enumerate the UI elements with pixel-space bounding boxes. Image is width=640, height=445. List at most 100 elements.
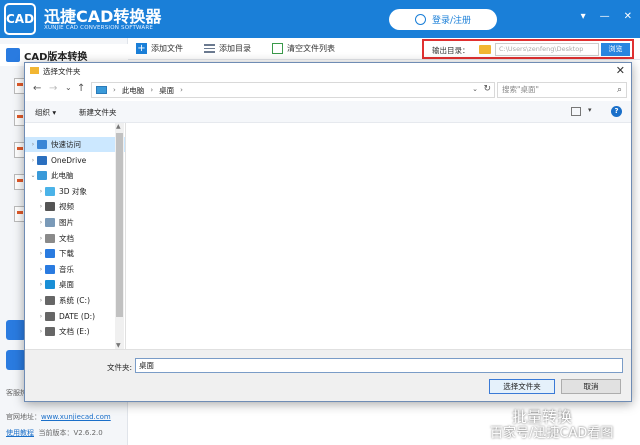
chevron-right-icon[interactable]: ›	[37, 266, 45, 273]
tree-item-label: 下载	[59, 249, 74, 259]
search-icon: ⌕	[616, 85, 622, 95]
command-bar: 组织 ▾ 新建文件夹 ▾ ?	[25, 101, 631, 123]
chevron-right-icon[interactable]: ›	[29, 141, 37, 148]
close-window-icon[interactable]: ✕	[624, 11, 632, 22]
login-register-button[interactable]: 登录/注册	[389, 9, 497, 30]
cad-app-icon[interactable]	[6, 320, 26, 340]
document-icon	[45, 233, 55, 243]
tree-item-label: 文档	[59, 233, 74, 243]
chevron-down-icon[interactable]: ⌄	[29, 172, 37, 179]
recent-locations-icon[interactable]: ⌄	[65, 83, 72, 92]
organize-button[interactable]: 组织 ▾	[35, 107, 56, 118]
user-icon	[414, 14, 426, 25]
search-input[interactable]: 搜索"桌面" ⌕	[497, 82, 627, 98]
computer-icon	[96, 86, 107, 94]
help-icon[interactable]: ?	[611, 106, 622, 117]
view-dropdown-icon[interactable]: ▾	[588, 106, 592, 114]
add-file-button[interactable]: + 添加文件	[136, 43, 183, 54]
folder-icon	[479, 45, 491, 54]
music-icon	[45, 264, 55, 274]
tree-item-label: 图片	[59, 218, 74, 227]
tree-item[interactable]: › 文档 (E:)	[25, 324, 125, 339]
cad-viewer-icon[interactable]	[6, 350, 26, 370]
folder-name-input[interactable]	[135, 358, 623, 373]
tree-item[interactable]: › 桌面	[25, 277, 125, 292]
tree-item[interactable]: › 音乐	[25, 262, 125, 277]
minimize-icon[interactable]: —	[600, 11, 610, 22]
version-info: 使用教程 当前版本：V2.6.2.0	[6, 428, 103, 438]
folder-content-pane[interactable]	[126, 123, 631, 349]
select-folder-button[interactable]: 选择文件夹	[489, 379, 555, 394]
chevron-right-icon[interactable]: ›	[37, 313, 45, 320]
tree-item-label: 音乐	[59, 264, 74, 274]
plus-icon: +	[136, 43, 147, 54]
folder-icon	[30, 67, 39, 74]
computer-icon	[37, 171, 47, 181]
tree-item-label: 此电脑	[51, 171, 74, 181]
tree-item[interactable]: › 系统 (C:)	[25, 293, 125, 308]
chevron-right-icon[interactable]: ›	[37, 250, 45, 257]
view-options-icon[interactable]	[571, 107, 581, 116]
breadcrumb-desktop[interactable]: 桌面	[159, 85, 174, 96]
cube-icon	[45, 186, 55, 196]
clear-list-button[interactable]: 清空文件列表	[272, 43, 335, 54]
cloud-icon	[37, 155, 47, 165]
cancel-button[interactable]: 取消	[561, 379, 621, 394]
scroll-down-icon[interactable]: ▼	[116, 342, 121, 349]
tree-item[interactable]: › 下载	[25, 246, 125, 261]
dialog-footer: 文件夹: 选择文件夹 取消	[25, 349, 631, 401]
dialog-title: 选择文件夹	[43, 67, 81, 76]
desktop-icon	[45, 280, 55, 290]
dropdown-menu-icon[interactable]: ▾	[581, 11, 586, 22]
forward-arrow-icon[interactable]: →	[49, 83, 57, 94]
tree-item[interactable]: › DATE (D:)	[25, 309, 125, 324]
chevron-right-icon[interactable]: ›	[37, 203, 45, 210]
tree-scrollbar[interactable]: ▲ ▼	[115, 123, 124, 349]
address-bar[interactable]: › 此电脑 › 桌面 › ⌄ ↻	[91, 82, 495, 98]
breadcrumb-this-pc[interactable]: 此电脑	[122, 85, 145, 96]
tree-item[interactable]: ⌄ 此电脑	[25, 168, 125, 183]
website-link[interactable]: www.xunjiecad.com	[41, 413, 111, 421]
tree-item-label: DATE (D:)	[59, 311, 96, 321]
scroll-up-icon[interactable]: ▲	[116, 123, 121, 130]
clear-icon	[272, 43, 283, 54]
search-placeholder: 搜索"桌面"	[502, 85, 539, 94]
add-directory-button[interactable]: 添加目录	[204, 43, 251, 54]
tree-item[interactable]: › 图片	[25, 215, 125, 230]
tree-item-label: 文档 (E:)	[59, 327, 90, 337]
tree-item[interactable]: › 文档	[25, 231, 125, 246]
chevron-right-icon[interactable]: ›	[37, 281, 45, 288]
browse-button[interactable]: 浏览	[601, 43, 630, 56]
chevron-right-icon[interactable]: ›	[37, 219, 45, 226]
new-folder-button[interactable]: 新建文件夹	[79, 107, 117, 118]
tree-item[interactable]: › 3D 对象	[25, 184, 125, 199]
tree-item-label: OneDrive	[51, 155, 87, 165]
chevron-right-icon[interactable]: ›	[37, 297, 45, 304]
version-label: 当前版本：	[38, 429, 74, 437]
output-path-field[interactable]: C:\Users\zenfeng\Desktop	[495, 43, 599, 56]
chevron-right-icon[interactable]: ›	[29, 157, 37, 164]
chevron-right-icon[interactable]: ›	[37, 188, 45, 195]
breadcrumb-separator: ›	[113, 86, 116, 94]
refresh-icon[interactable]: ↻	[483, 84, 491, 94]
close-icon[interactable]: ✕	[616, 64, 625, 77]
tree-item-label: 快速访问	[51, 140, 81, 149]
chevron-right-icon[interactable]: ›	[37, 328, 45, 335]
watermark: 批量转换 百家号/迅捷CAD看图	[468, 400, 634, 441]
chevron-down-icon[interactable]: ⌄	[472, 85, 478, 93]
tree-item[interactable]: › OneDrive	[25, 153, 125, 168]
chevron-right-icon[interactable]: ›	[37, 235, 45, 242]
back-arrow-icon[interactable]: ←	[33, 83, 41, 94]
watermark-text-2: 百家号/迅捷CAD看图	[490, 426, 614, 441]
output-directory-label: 输出目录：	[432, 46, 470, 55]
up-arrow-icon[interactable]: ↑	[77, 83, 85, 94]
tree-item[interactable]: › 快速访问	[25, 137, 125, 152]
tree-item[interactable]: › 视频	[25, 199, 125, 214]
tutorial-link[interactable]: 使用教程	[6, 429, 34, 437]
scrollbar-thumb[interactable]	[116, 133, 123, 317]
video-icon	[45, 202, 55, 212]
drive-icon	[45, 327, 55, 337]
picture-icon	[45, 218, 55, 227]
website-label: 官网地址：	[6, 413, 41, 421]
list-icon	[204, 44, 215, 53]
